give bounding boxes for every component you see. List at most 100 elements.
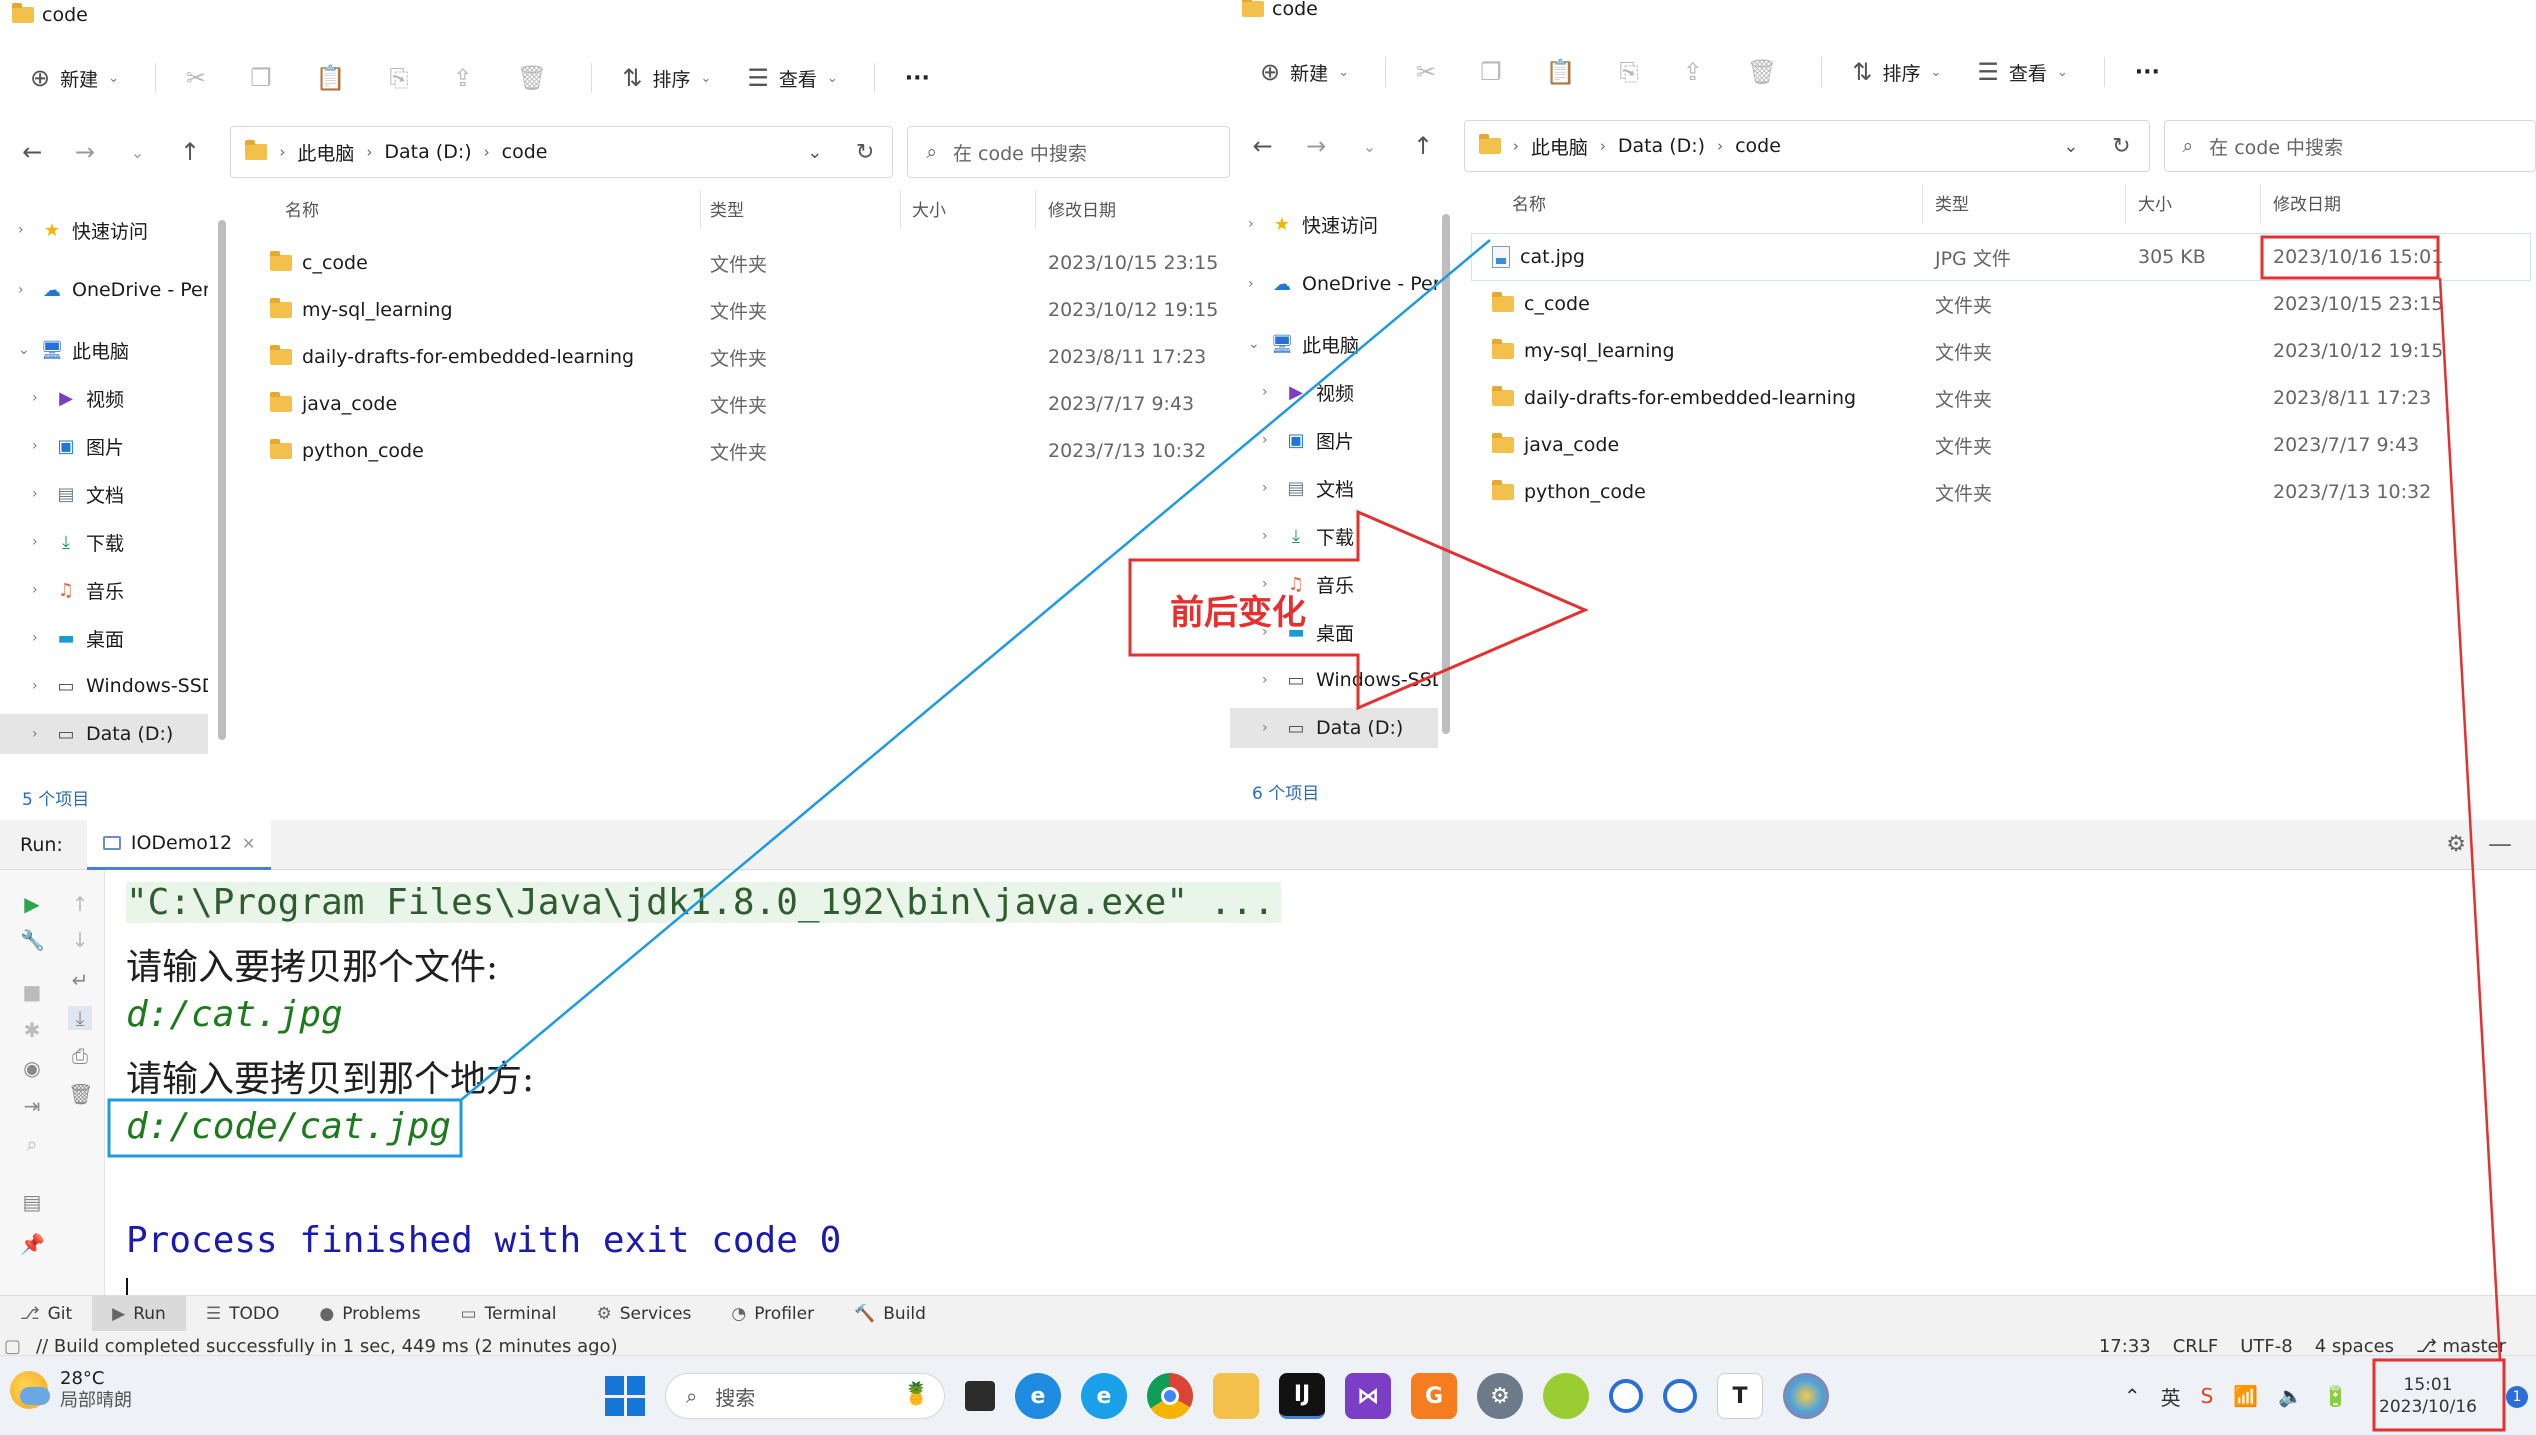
collapsed-chevron-icon[interactable]: › bbox=[32, 726, 54, 742]
browser-app-icon[interactable] bbox=[1543, 1373, 1589, 1419]
collapsed-chevron-icon[interactable]: › bbox=[1262, 720, 1284, 736]
search-input[interactable]: ⌕ 在 code 中搜索 bbox=[907, 126, 1230, 178]
file-row[interactable]: java_code 文件夹 2023/7/17 9:43 bbox=[1472, 422, 2530, 468]
collapsed-chevron-icon[interactable]: › bbox=[1248, 276, 1270, 292]
gear-icon[interactable]: ⚙ bbox=[2446, 832, 2466, 857]
nav-scrollbar[interactable] bbox=[218, 220, 226, 740]
collapsed-chevron-icon[interactable]: › bbox=[32, 486, 54, 502]
new-button[interactable]: ⊕ 新建 ⌄ bbox=[30, 64, 119, 92]
collapsed-chevron-icon[interactable]: › bbox=[18, 282, 40, 298]
ie-icon[interactable]: e bbox=[1081, 1373, 1127, 1419]
breadcrumb-drive[interactable]: Data (D:) bbox=[384, 141, 471, 163]
address-dropdown-icon[interactable]: ⌄ bbox=[2063, 136, 2078, 157]
sogou-icon[interactable]: S bbox=[2201, 1384, 2214, 1408]
stop-icon[interactable]: ■ bbox=[20, 980, 44, 1004]
taskbar-search[interactable]: ⌕ 搜索 🍍 bbox=[665, 1373, 945, 1419]
settings-icon[interactable]: ⚙ bbox=[1477, 1373, 1523, 1419]
file-row[interactable]: python_code 文件夹 2023/7/13 10:32 bbox=[1472, 469, 2530, 515]
sidebar-item-10[interactable]: › ▭ Data (D:) bbox=[1230, 708, 1438, 748]
expanded-chevron-icon[interactable]: ⌄ bbox=[1248, 336, 1270, 352]
collapsed-chevron-icon[interactable]: › bbox=[1262, 672, 1284, 688]
file-row[interactable]: my-sql_learning 文件夹 2023/10/12 19:15 bbox=[250, 287, 1228, 333]
sidebar-item-9[interactable]: › ▭ Windows-SSD bbox=[0, 666, 208, 706]
file-encoding[interactable]: UTF-8 bbox=[2240, 1336, 2292, 1357]
sidebar-item-0[interactable]: › ★ 快速访问 bbox=[0, 210, 208, 250]
soft-wrap-icon[interactable]: ↵ bbox=[68, 968, 92, 992]
copy-icon[interactable]: ❐ bbox=[250, 64, 272, 92]
tool-tab-todo[interactable]: ☰ TODO bbox=[186, 1296, 300, 1332]
rename-icon[interactable]: ⎘ bbox=[1620, 58, 1639, 86]
sort-button[interactable]: ⇅ 排序 ⌄ bbox=[1852, 58, 1941, 86]
address-bar[interactable]: › 此电脑 › Data (D:) › code ⌄ ↻ bbox=[1463, 120, 2150, 172]
start-button[interactable] bbox=[605, 1376, 645, 1416]
file-row[interactable]: java_code 文件夹 2023/7/17 9:43 bbox=[250, 381, 1228, 427]
more-button[interactable]: ··· bbox=[2135, 60, 2160, 85]
copy-icon[interactable]: ❐ bbox=[1480, 58, 1502, 86]
back-icon[interactable]: ← bbox=[1250, 132, 1275, 160]
new-button[interactable]: ⊕ 新建 ⌄ bbox=[1260, 58, 1349, 86]
view-button[interactable]: ☰ 查看 ⌄ bbox=[1977, 58, 2067, 86]
share-icon[interactable]: ⇪ bbox=[1683, 58, 1703, 86]
forward-icon[interactable]: → bbox=[73, 138, 98, 166]
expanded-chevron-icon[interactable]: ⌄ bbox=[18, 342, 40, 358]
minimize-icon[interactable]: — bbox=[2488, 830, 2512, 858]
column-type[interactable]: 类型 bbox=[710, 196, 744, 230]
network-app-icon-2[interactable] bbox=[1663, 1379, 1697, 1413]
file-row[interactable]: cat.jpg JPG 文件 305 KB 2023/10/16 15:01 bbox=[1471, 233, 2531, 281]
view-button[interactable]: ☰ 查看 ⌄ bbox=[747, 64, 837, 92]
camera-icon[interactable]: ◉ bbox=[20, 1056, 44, 1080]
more-button[interactable]: ··· bbox=[905, 66, 930, 91]
address-dropdown-icon[interactable]: ⌄ bbox=[807, 142, 822, 163]
sidebar-item-4[interactable]: › ▣ 图片 bbox=[0, 426, 208, 466]
weather-widget[interactable]: 28°C 局部晴朗 bbox=[10, 1368, 132, 1412]
wifi-icon[interactable]: 📶 bbox=[2233, 1384, 2258, 1408]
column-date[interactable]: 修改日期 bbox=[1048, 196, 1116, 230]
sidebar-item-2[interactable]: ⌄ 🖥 此电脑 bbox=[1230, 324, 1438, 364]
ime-icon[interactable]: 英 bbox=[2161, 1382, 2181, 1411]
collapsed-chevron-icon[interactable]: › bbox=[18, 222, 40, 238]
search-input[interactable]: ⌕ 在 code 中搜索 bbox=[2163, 120, 2536, 172]
sidebar-item-5[interactable]: › ▤ 文档 bbox=[0, 474, 208, 514]
column-name[interactable]: 名称 bbox=[285, 196, 319, 230]
sidebar-item-7[interactable]: › ♫ 音乐 bbox=[0, 570, 208, 610]
collapsed-chevron-icon[interactable]: › bbox=[32, 534, 54, 550]
file-row[interactable]: my-sql_learning 文件夹 2023/10/12 19:15 bbox=[1472, 328, 2530, 374]
refresh-icon[interactable]: ↻ bbox=[856, 140, 874, 165]
tool-tab-profiler[interactable]: ◔ Profiler bbox=[711, 1296, 834, 1332]
cut-icon[interactable]: ✂ bbox=[1416, 58, 1436, 86]
sidebar-item-0[interactable]: › ★ 快速访问 bbox=[1230, 204, 1438, 244]
close-icon[interactable]: ✕ bbox=[242, 834, 255, 853]
task-view-icon[interactable] bbox=[965, 1381, 995, 1411]
collapsed-chevron-icon[interactable]: › bbox=[32, 678, 54, 694]
collapsed-chevron-icon[interactable]: › bbox=[32, 582, 54, 598]
volume-icon[interactable]: 🔈 bbox=[2278, 1384, 2303, 1408]
breadcrumb-this-pc[interactable]: 此电脑 bbox=[1531, 133, 1588, 160]
paste-icon[interactable]: 📋 bbox=[316, 64, 346, 92]
git-branch[interactable]: ⎇ master bbox=[2416, 1336, 2506, 1357]
collapsed-chevron-icon[interactable]: › bbox=[32, 438, 54, 454]
collapsed-chevron-icon[interactable]: › bbox=[1262, 480, 1284, 496]
network-app-icon[interactable] bbox=[1609, 1379, 1643, 1413]
forward-icon[interactable]: → bbox=[1303, 132, 1328, 160]
scroll-end-icon[interactable]: ⤓ bbox=[68, 1006, 92, 1030]
breadcrumb-code[interactable]: code bbox=[502, 141, 548, 163]
column-size[interactable]: 大小 bbox=[2138, 190, 2172, 224]
search-icon[interactable]: ⌕ bbox=[20, 1132, 44, 1156]
collapsed-chevron-icon[interactable]: › bbox=[1262, 432, 1284, 448]
edge-icon[interactable]: e bbox=[1015, 1373, 1061, 1419]
cut-icon[interactable]: ✂ bbox=[186, 64, 206, 92]
intellij-icon[interactable]: IJ bbox=[1279, 1373, 1325, 1419]
sidebar-item-1[interactable]: › ☁ OneDrive - Pers bbox=[0, 270, 208, 310]
layout-icon[interactable]: ▤ bbox=[20, 1190, 44, 1214]
back-icon[interactable]: ← bbox=[20, 138, 45, 166]
up-icon[interactable]: ↑ bbox=[178, 138, 203, 166]
sort-button[interactable]: ⇅ 排序 ⌄ bbox=[622, 64, 711, 92]
column-date[interactable]: 修改日期 bbox=[2273, 190, 2341, 224]
sidebar-item-9[interactable]: › ▭ Windows-SSD bbox=[1230, 660, 1438, 700]
sidebar-item-6[interactable]: › ⤓ 下载 bbox=[0, 522, 208, 562]
file-row[interactable]: c_code 文件夹 2023/10/15 23:15 bbox=[1472, 281, 2530, 327]
sidebar-item-4[interactable]: › ▣ 图片 bbox=[1230, 420, 1438, 460]
sidebar-item-10[interactable]: › ▭ Data (D:) bbox=[0, 714, 208, 754]
line-separator[interactable]: CRLF bbox=[2173, 1336, 2218, 1357]
file-row[interactable]: daily-drafts-for-embedded-learning 文件夹 202… bbox=[250, 334, 1228, 380]
